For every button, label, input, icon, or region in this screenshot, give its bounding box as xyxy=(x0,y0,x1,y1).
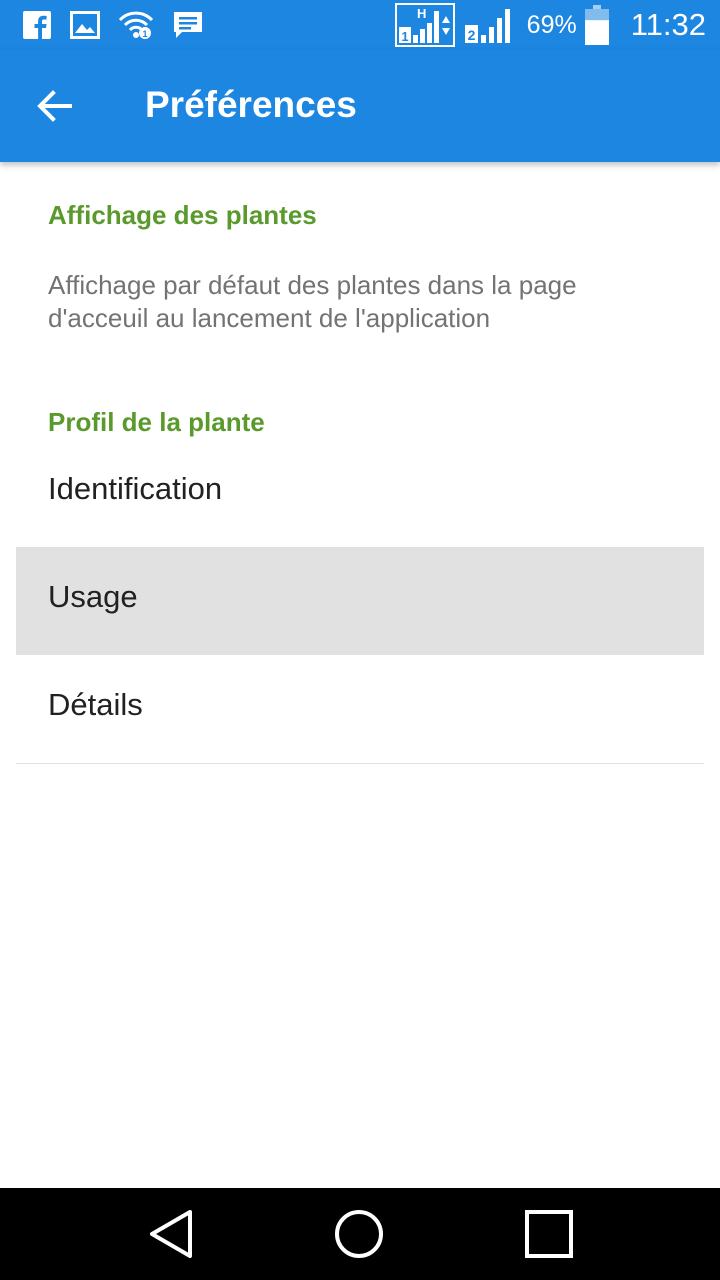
category-title-display: Affichage des plantes xyxy=(48,200,317,230)
recents-square-icon xyxy=(525,1210,573,1258)
sim1-network-type: H xyxy=(417,6,426,21)
sim2-signal-icon: 2 xyxy=(464,9,510,43)
category-title-profile: Profil de la plante xyxy=(48,407,265,437)
page-title: Préférences xyxy=(145,84,357,125)
preference-item-usage[interactable]: Usage xyxy=(16,547,704,655)
back-triangle-icon xyxy=(150,1210,192,1258)
system-icons: H 1 2 69% 11:32 xyxy=(394,3,706,47)
arrow-back-icon xyxy=(37,90,72,122)
display-preference-summary[interactable]: Affichage par défaut des plantes dans la… xyxy=(48,269,668,335)
back-button[interactable] xyxy=(24,76,84,136)
preference-item-details[interactable]: Détails xyxy=(16,655,704,763)
image-icon xyxy=(70,11,100,39)
home-circle-icon xyxy=(335,1210,383,1258)
svg-text:1: 1 xyxy=(142,29,147,39)
battery-percent: 69% xyxy=(526,10,577,39)
preference-item-label: Identification xyxy=(48,471,223,506)
app-bar: Préférences xyxy=(0,50,720,162)
nav-back-button[interactable] xyxy=(139,1204,203,1264)
nav-recents-button[interactable] xyxy=(517,1204,581,1264)
clock: 11:32 xyxy=(630,7,706,42)
status-bar: 1 H 1 2 69% 11:32 xyxy=(0,0,720,50)
preference-item-label: Détails xyxy=(48,687,143,722)
sim2-number: 2 xyxy=(467,27,475,43)
preference-item-label: Usage xyxy=(48,579,138,614)
navigation-bar xyxy=(0,1188,720,1280)
message-icon xyxy=(174,12,202,38)
nav-home-button[interactable] xyxy=(327,1204,391,1264)
sim1-number: 1 xyxy=(401,29,408,44)
notification-icons: 1 xyxy=(22,10,204,40)
list-divider xyxy=(16,763,704,764)
sim1-signal-icon: H 1 xyxy=(394,3,455,47)
facebook-icon xyxy=(23,11,51,40)
preference-item-identification[interactable]: Identification xyxy=(16,439,704,547)
wifi-icon: 1 xyxy=(118,11,154,39)
battery-icon xyxy=(584,5,609,45)
